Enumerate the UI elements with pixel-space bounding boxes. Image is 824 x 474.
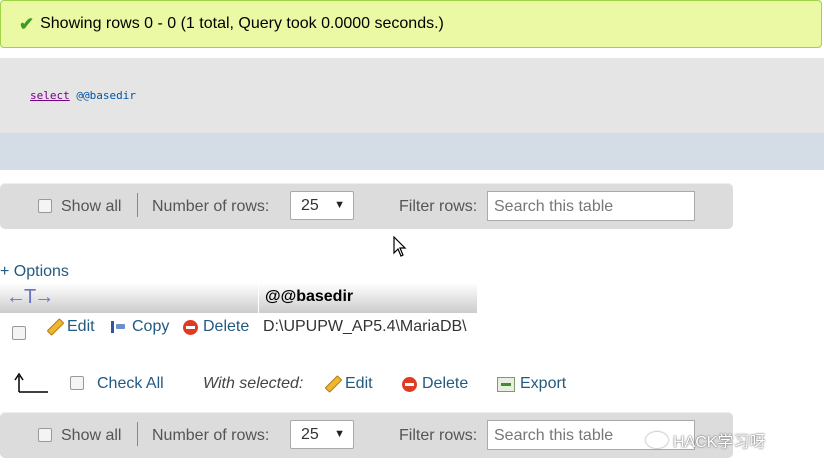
table-row: Edit Copy Delete D:\UPUPW_AP5.4\MariaDB\ [0, 313, 477, 343]
filter-rows-label: Filter rows: [399, 198, 478, 215]
export-icon [497, 376, 515, 392]
rows-select-value: 25 [301, 197, 319, 214]
sql-query: select @@basedir [30, 89, 136, 102]
check-all-checkbox[interactable] [70, 376, 84, 390]
rows-select[interactable]: 25 ▼ [290, 420, 354, 449]
show-all-checkbox[interactable] [38, 428, 52, 442]
pencil-icon [324, 376, 340, 392]
show-all-label[interactable]: Show all [61, 427, 121, 445]
watermark: HACK学习呀 [646, 428, 765, 452]
show-all-checkbox[interactable] [38, 199, 52, 213]
divider [137, 193, 138, 217]
column-resize-arrows-icon[interactable]: ←T→ [6, 286, 54, 309]
rows-select-value: 25 [301, 426, 319, 443]
row-edit-label: Edit [67, 318, 95, 335]
row-checkbox[interactable] [12, 326, 26, 340]
watermark-text: HACK学习呀 [673, 434, 766, 451]
row-copy-label: Copy [132, 318, 170, 335]
number-of-rows-label: Number of rows: [152, 427, 270, 444]
number-of-rows-label: Number of rows: [152, 198, 270, 215]
mouse-cursor-icon [393, 235, 407, 263]
filter-search-input[interactable]: Search this table [487, 191, 695, 221]
bulk-actions-bar: Check All With selected: Edit Delete Exp… [0, 370, 700, 400]
success-message: ✔ Showing rows 0 - 0 (1 total, Query too… [0, 0, 822, 48]
delete-icon [402, 376, 417, 392]
navigation-bar-bottom: Show all Number of rows: 25 ▼ Filter row… [0, 412, 733, 458]
basedir-cell-value[interactable]: D:\UPUPW_AP5.4\MariaDB\ [263, 318, 467, 336]
sql-toolbar [0, 133, 824, 170]
column-header-label: @@basedir [265, 288, 354, 305]
bulk-export-label: Export [520, 375, 567, 392]
dropdown-arrow-icon: ▼ [334, 199, 345, 211]
sql-variable: @@basedir [76, 89, 136, 102]
row-edit-button[interactable]: Edit [46, 318, 95, 336]
bulk-edit-button[interactable]: Edit [324, 375, 373, 393]
check-all-link[interactable]: Check All [97, 375, 164, 393]
navigation-bar-top: Show all Number of rows: 25 ▼ Filter row… [0, 183, 733, 229]
results-table-header: ←T→ @@basedir [0, 283, 477, 313]
bulk-export-button[interactable]: Export [497, 375, 566, 393]
with-selected-label: With selected: [203, 375, 304, 392]
bulk-delete-button[interactable]: Delete [402, 375, 468, 393]
filter-rows-label: Filter rows: [399, 427, 478, 444]
divider [137, 422, 138, 446]
options-link[interactable]: + Options [0, 263, 69, 281]
row-delete-button[interactable]: Delete [183, 318, 249, 336]
wechat-logo-icon [646, 432, 668, 448]
delete-icon [183, 319, 198, 335]
sql-keyword[interactable]: select [30, 89, 70, 102]
rows-select[interactable]: 25 ▼ [290, 191, 354, 220]
sql-query-box: select @@basedir [0, 58, 824, 133]
row-copy-button[interactable]: Copy [109, 318, 169, 336]
bulk-delete-label: Delete [422, 375, 469, 392]
copy-icon [109, 319, 127, 335]
bulk-edit-label: Edit [345, 375, 373, 392]
show-all-label[interactable]: Show all [61, 198, 121, 216]
column-header-basedir[interactable]: @@basedir [258, 283, 478, 313]
dropdown-arrow-icon: ▼ [334, 428, 345, 440]
pencil-icon [46, 319, 62, 335]
check-icon: ✔ [19, 13, 35, 34]
arrow-up-icon [14, 372, 48, 393]
row-delete-label: Delete [203, 318, 250, 335]
success-text: Showing rows 0 - 0 (1 total, Query took … [40, 15, 444, 32]
